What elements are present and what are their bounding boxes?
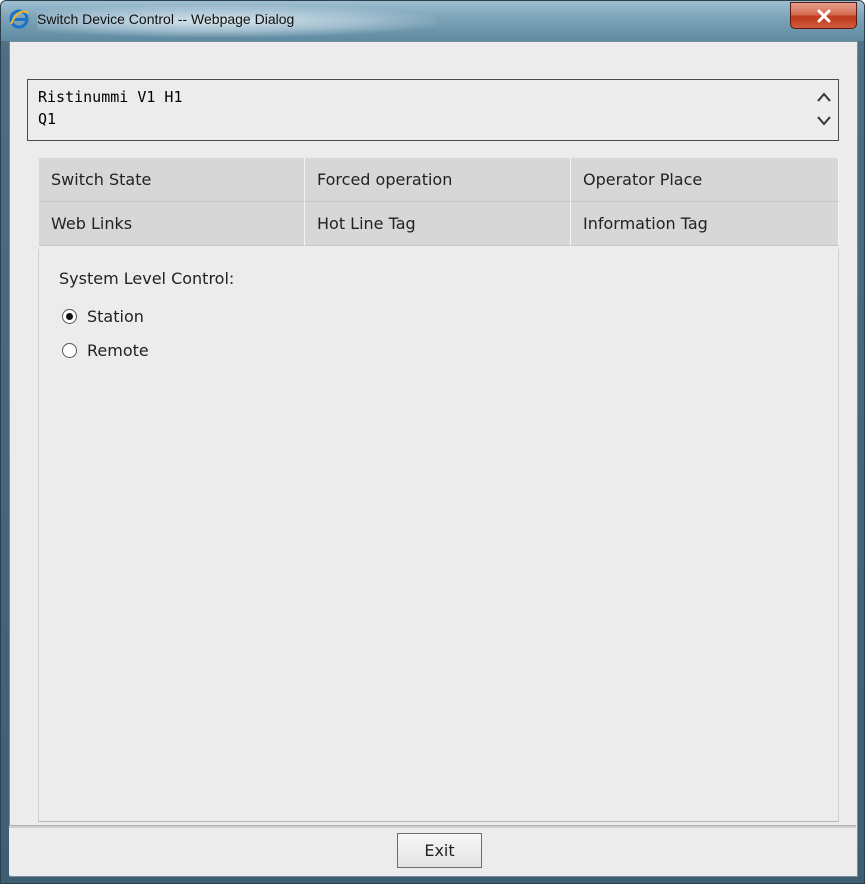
close-button[interactable]	[790, 2, 857, 29]
radio-station[interactable]: Station	[62, 307, 144, 326]
tab-panel: System Level Control: Station Remote	[38, 249, 839, 822]
chevron-up-icon[interactable]	[816, 90, 832, 104]
device-name: Ristinummi V1 H1	[38, 88, 183, 106]
chevron-down-icon[interactable]	[816, 114, 832, 128]
tab-information-tag[interactable]: Information Tag	[571, 202, 839, 246]
tab-hot-line-tag[interactable]: Hot Line Tag	[305, 202, 571, 246]
device-header-box: Ristinummi V1 H1 Q1	[27, 79, 839, 141]
radio-label-station: Station	[87, 307, 144, 326]
close-x-icon	[817, 9, 830, 22]
tab-bar: Switch State Forced operation Operator P…	[27, 158, 839, 246]
radio-label-remote: Remote	[87, 341, 149, 360]
device-id: Q1	[38, 110, 57, 128]
system-level-control-label: System Level Control:	[59, 269, 235, 288]
radio-button-unchecked[interactable]	[62, 343, 77, 358]
internet-explorer-icon	[9, 9, 29, 29]
window-title: Switch Device Control -- Webpage Dialog	[37, 11, 295, 27]
tab-switch-state[interactable]: Switch State	[39, 158, 305, 202]
exit-button[interactable]: Exit	[397, 833, 482, 868]
radio-button-checked[interactable]	[62, 309, 77, 324]
tab-forced-operation[interactable]: Forced operation	[305, 158, 571, 202]
radio-remote[interactable]: Remote	[62, 341, 149, 360]
title-bar[interactable]: Switch Device Control -- Webpage Dialog	[1, 1, 864, 41]
tab-web-links[interactable]: Web Links	[39, 202, 305, 246]
tab-operator-place[interactable]: Operator Place	[571, 158, 839, 202]
